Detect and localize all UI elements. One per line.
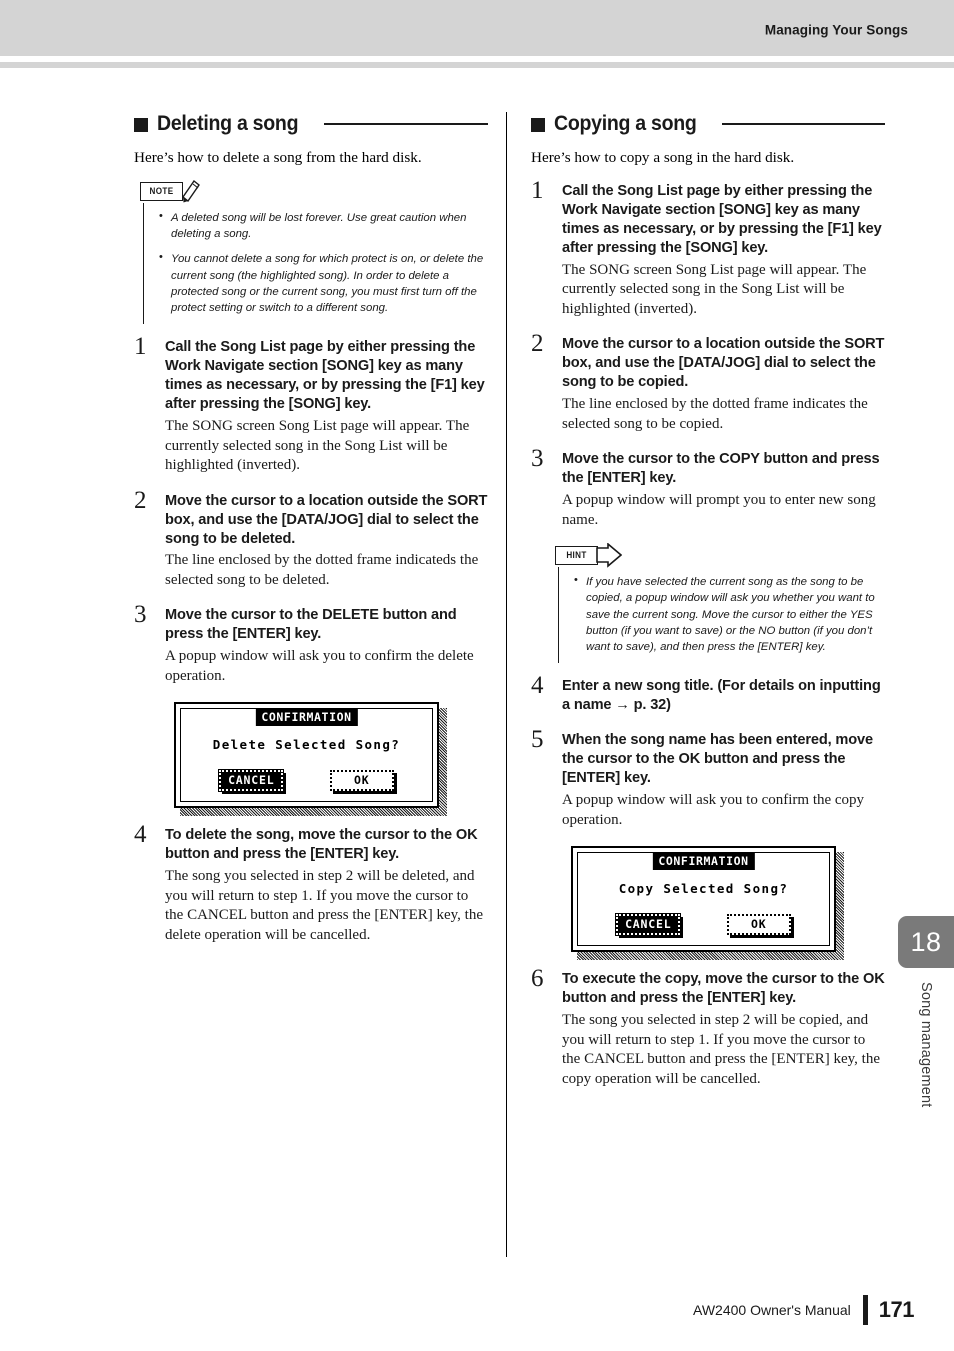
note-item: A deleted song will be lost forever. Use… <box>158 209 490 242</box>
hint-tag-label: HINT <box>566 550 587 561</box>
chapter-label: Song management <box>898 982 954 1152</box>
step-number: 2 <box>531 330 544 358</box>
section-heading-deleting: Deleting a song <box>134 112 490 136</box>
note-list: A deleted song will be lost forever. Use… <box>158 209 490 316</box>
lcd-message: Copy Selected Song? <box>618 881 789 897</box>
step-6: 6 To execute the copy, move the cursor t… <box>531 966 887 1089</box>
lcd-cancel-button[interactable]: CANCEL <box>615 913 682 937</box>
step-2: 2 Move the cursor to a location outside … <box>531 331 887 434</box>
step-3: 3 Move the cursor to the COPY button and… <box>531 446 887 530</box>
step-number: 5 <box>531 726 544 754</box>
step-heading: When the song name has been entered, mov… <box>562 732 873 787</box>
hint-callout: HINT If you have selected the current so… <box>555 543 887 664</box>
section-title: Deleting a song <box>157 112 299 135</box>
step-body: The song you selected in step 2 will be … <box>165 868 483 943</box>
lcd-screen: CONFIRMATION Delete Selected Song? CANCE… <box>174 702 439 809</box>
note-tag-label: NOTE <box>149 186 174 197</box>
step-number: 6 <box>531 965 544 993</box>
section-heading-copying: Copying a song <box>531 112 887 136</box>
step-4: 4 To delete the song, move the cursor to… <box>134 822 490 945</box>
note-tag: NOTE <box>140 180 200 203</box>
step-number: 1 <box>531 177 544 205</box>
step-3: 3 Move the cursor to the DELETE button a… <box>134 602 490 686</box>
column-divider <box>506 112 508 1257</box>
step-body: The song you selected in step 2 will be … <box>562 1012 880 1087</box>
step-heading: Move the cursor to a location outside th… <box>562 336 885 391</box>
step-heading: Call the Song List page by either pressi… <box>562 183 882 256</box>
header-gray-rule <box>0 62 954 68</box>
lcd-button-row: CANCEL OK <box>593 913 814 937</box>
page-header: Managing Your Songs <box>0 0 954 56</box>
page-footer: AW2400 Owner's Manual 171 <box>693 1295 915 1325</box>
lcd-button-row: CANCEL OK <box>196 769 417 793</box>
step-heading: Move the cursor to the COPY button and p… <box>562 451 880 487</box>
hint-body: If you have selected the current song as… <box>558 567 887 664</box>
step-number: 4 <box>531 672 544 700</box>
lcd-message: Delete Selected Song? <box>212 737 401 753</box>
step-body: A popup window will prompt you to enter … <box>562 492 876 528</box>
chapter-number: 18 <box>898 916 954 968</box>
manual-name: AW2400 Owner's Manual <box>693 1302 851 1318</box>
step-heading: To execute the copy, move the cursor to … <box>562 971 885 1007</box>
step-body: The SONG screen Song List page will appe… <box>562 261 867 317</box>
lcd-title-bar: CONFIRMATION <box>255 709 358 727</box>
hint-list: If you have selected the current song as… <box>573 573 887 655</box>
chapter-label-text: Song management <box>918 982 934 1108</box>
step-1: 1 Call the Song List page by either pres… <box>134 334 490 475</box>
page-number: 171 <box>878 1297 915 1322</box>
step-number: 3 <box>531 445 544 473</box>
running-head-title: Managing Your Songs <box>764 22 908 38</box>
lcd-screen: CONFIRMATION Copy Selected Song? CANCEL … <box>571 846 836 953</box>
hint-tag: HINT <box>555 543 622 569</box>
step-number: 3 <box>134 601 147 629</box>
heading-rule <box>323 122 488 126</box>
chapter-thumb-tab: 18 Song management <box>898 916 954 1152</box>
step-4: 4 Enter a new song title. (For details o… <box>531 673 887 715</box>
right-column: Copying a song Here’s how to copy a song… <box>531 112 887 1105</box>
lcd-ok-button[interactable]: OK <box>726 914 791 936</box>
step-body: The line enclosed by the dotted frame in… <box>562 396 868 432</box>
lcd-figure-copy: CONFIRMATION Copy Selected Song? CANCEL … <box>571 846 844 961</box>
note-item: You cannot delete a song for which prote… <box>158 250 490 316</box>
step-1: 1 Call the Song List page by either pres… <box>531 178 887 319</box>
step-body: A popup window will ask you to confirm t… <box>562 792 865 828</box>
step-heading: Call the Song List page by either pressi… <box>165 339 485 413</box>
lcd-figure-delete: CONFIRMATION Delete Selected Song? CANCE… <box>174 702 447 817</box>
heading-rule <box>722 122 885 126</box>
square-bullet-icon <box>134 117 148 132</box>
step-heading: To delete the song, move the cursor to t… <box>165 827 478 863</box>
pencil-icon <box>182 180 200 203</box>
step-5: 5 When the song name has been entered, m… <box>531 727 887 830</box>
step-heading: Enter a new song title. (For details on … <box>562 678 881 714</box>
step-number: 1 <box>134 333 147 361</box>
step-number: 2 <box>134 486 147 514</box>
lcd-title-bar: CONFIRMATION <box>652 853 755 871</box>
section-intro: Here’s how to copy a song in the hard di… <box>531 149 795 166</box>
lcd-cancel-button[interactable]: CANCEL <box>218 769 285 793</box>
step-heading: Move the cursor to the DELETE button and… <box>165 607 457 643</box>
left-column: Deleting a song Here’s how to delete a s… <box>134 112 490 961</box>
square-bullet-icon <box>531 117 545 132</box>
step-heading: Move the cursor to a location outside th… <box>165 492 488 547</box>
section-title: Copying a song <box>554 112 697 135</box>
step-body: A popup window will ask you to confirm t… <box>165 648 474 684</box>
step-number: 4 <box>134 821 147 849</box>
step-body: The SONG screen Song List page will appe… <box>165 418 470 474</box>
lcd-ok-button[interactable]: OK <box>329 770 394 792</box>
arrow-icon <box>596 543 622 569</box>
note-callout: NOTE A deleted song will be lost forever… <box>140 180 490 325</box>
note-body: A deleted song will be lost forever. Use… <box>143 203 490 325</box>
step-2: 2 Move the cursor to a location outside … <box>134 488 490 591</box>
hint-item: If you have selected the current song as… <box>573 573 887 655</box>
step-body: The line enclosed by the dotted frame in… <box>165 552 479 588</box>
section-intro: Here’s how to delete a song from the har… <box>134 149 422 166</box>
